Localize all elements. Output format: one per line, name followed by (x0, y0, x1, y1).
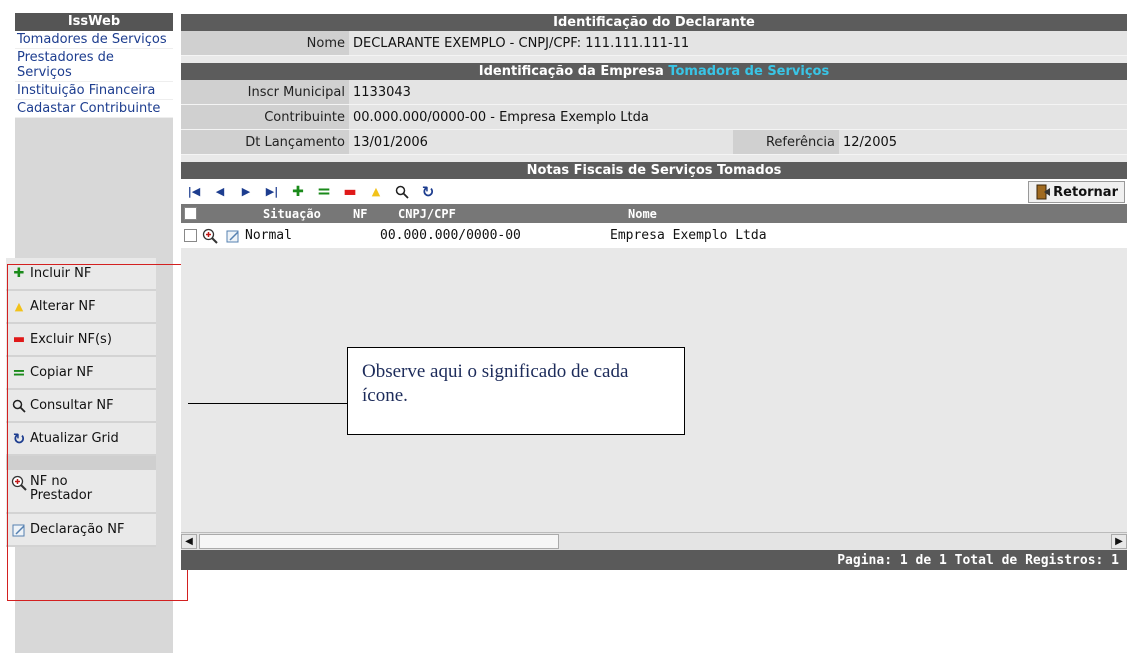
grid-header: Situação NF CNPJ/CPF Nome (181, 204, 1127, 223)
horizontal-scrollbar[interactable]: ◀ ▶ (181, 532, 1127, 550)
contribuinte-label: Contribuinte (181, 105, 349, 129)
minus-icon[interactable]: ▬ (337, 181, 363, 203)
declarante-header: Identificação do Declarante (181, 14, 1127, 31)
scroll-thumb[interactable] (199, 534, 559, 549)
next-page-icon[interactable]: ▶ (233, 181, 259, 203)
nav-instituicao[interactable]: Instituição Financeira (15, 82, 173, 100)
empresa-header: Identificação da Empresa Tomadora de Ser… (181, 63, 1127, 80)
select-all-checkbox[interactable] (183, 207, 197, 220)
nome-label: Nome (181, 31, 349, 55)
triangle-up-icon[interactable]: ▲ (363, 181, 389, 203)
col-nome: Nome (628, 206, 657, 221)
dt-value: 13/01/2006 (353, 134, 428, 150)
empresa-header-text: Identificação da Empresa (478, 64, 664, 79)
plus-icon[interactable]: ✚ (285, 181, 311, 203)
equals-icon[interactable]: = (311, 181, 337, 203)
edit-note-icon[interactable] (221, 229, 245, 243)
contribuinte-row: Contribuinte 00.000.000/0000-00 - Empres… (181, 105, 1127, 130)
col-situacao: Situação (263, 206, 321, 221)
exit-door-icon (1036, 184, 1051, 200)
inscr-row: Inscr Municipal 1133043 (181, 80, 1127, 105)
notas-header: Notas Fiscais de Serviços Tomados (181, 162, 1127, 179)
inscr-label: Inscr Municipal (181, 80, 349, 104)
main-panel: Identificação do Declarante Nome DECLARA… (181, 14, 1127, 654)
spacer (181, 155, 1127, 162)
nav-prestadores[interactable]: Prestadores de Serviços (15, 49, 173, 82)
table-row[interactable]: Normal 00.000.000/0000-00 Empresa Exempl… (181, 223, 1127, 248)
row-checkbox[interactable] (183, 229, 197, 242)
last-page-icon[interactable]: ▶| (259, 181, 285, 203)
nav-tomadores[interactable]: Tomadores de Serviços (15, 31, 173, 49)
callout-box: Observe aqui o significado de cada ícone… (347, 347, 685, 435)
dt-label: Dt Lançamento (181, 130, 349, 154)
callout-connector-line (188, 403, 347, 404)
cell-cnpj: 00.000.000/0000-00 (380, 228, 521, 243)
declarante-nome-row: Nome DECLARANTE EXEMPLO - CNPJ/CPF: 111.… (181, 31, 1127, 56)
legend-highlight-box (7, 264, 188, 601)
grid-footer: Pagina: 1 de 1 Total de Registros: 1 (181, 550, 1127, 570)
scroll-right-icon[interactable]: ▶ (1111, 534, 1127, 549)
magnifier-icon[interactable] (389, 181, 415, 203)
cell-situacao: Normal (245, 228, 292, 243)
nome-value: DECLARANTE EXEMPLO - CNPJ/CPF: 111.111.1… (353, 35, 690, 51)
inscr-value: 1133043 (353, 84, 411, 100)
dt-row: Dt Lançamento 13/01/2006 Referência 12/2… (181, 130, 1127, 155)
grid-toolbar: |◀ ◀ ▶ ▶| ✚ = ▬ ▲ ↻ Retornar (181, 179, 1127, 204)
col-nf: NF (353, 206, 368, 221)
sidebar-nav: Tomadores de Serviços Prestadores de Ser… (15, 31, 173, 118)
zoom-plus-icon[interactable] (199, 228, 221, 244)
sidebar-title: IssWeb (15, 13, 173, 31)
ref-value: 12/2005 (843, 134, 898, 150)
retornar-button[interactable]: Retornar (1028, 181, 1125, 203)
scroll-left-icon[interactable]: ◀ (181, 534, 197, 549)
contribuinte-value: 00.000.000/0000-00 - Empresa Exemplo Ltd… (353, 109, 649, 125)
prev-page-icon[interactable]: ◀ (207, 181, 233, 203)
col-cnpj: CNPJ/CPF (398, 206, 456, 221)
spacer (181, 56, 1127, 63)
retornar-label: Retornar (1053, 184, 1118, 200)
ref-label: Referência (733, 130, 839, 154)
cell-nome: Empresa Exemplo Ltda (610, 228, 767, 243)
first-page-icon[interactable]: |◀ (181, 181, 207, 203)
refresh-icon[interactable]: ↻ (415, 181, 441, 203)
empresa-header-highlight: Tomadora de Serviços (668, 64, 830, 79)
nav-cadastrar[interactable]: Cadastar Contribuinte (15, 100, 173, 118)
